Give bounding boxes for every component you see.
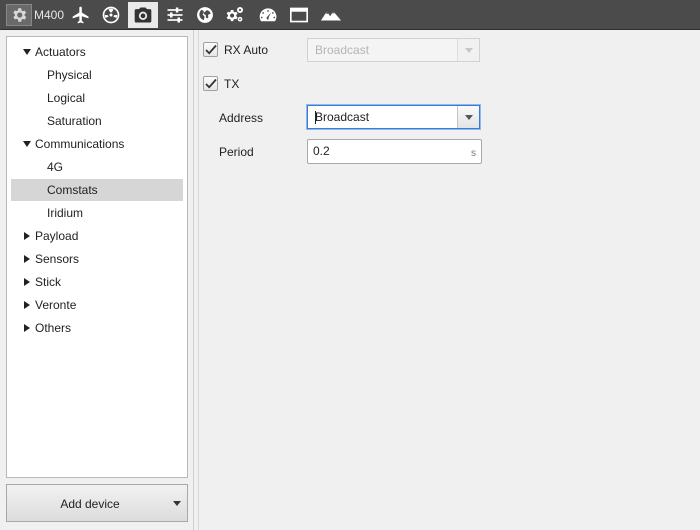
tree-item-label: Actuators <box>35 45 86 59</box>
tree-item-label: Physical <box>47 68 92 82</box>
airplane-icon[interactable] <box>66 2 96 28</box>
tree-item-label: 4G <box>47 160 64 174</box>
chevron-down-icon[interactable] <box>457 106 479 128</box>
tree-item-sensors[interactable]: Sensors <box>11 248 183 270</box>
add-device-button[interactable]: Add device <box>6 484 188 522</box>
collapsed-arrow-icon[interactable] <box>22 271 32 293</box>
tree-item-stick[interactable]: Stick <box>11 271 183 293</box>
tree-item-label: Veronte <box>35 298 77 312</box>
navigation-tree-panel: Actuators Physical Logical Saturation Co… <box>6 36 188 478</box>
top-toolbar: M400 <box>0 0 700 30</box>
tree-item-communications[interactable]: Communications <box>11 133 183 155</box>
tree-item-label: Sensors <box>35 252 80 266</box>
rx-auto-select[interactable]: Broadcast <box>307 38 480 62</box>
tx-label: TX <box>224 77 240 91</box>
collapsed-arrow-icon[interactable] <box>22 225 32 247</box>
tree-item-label: Payload <box>35 229 79 243</box>
checkmark-icon <box>204 44 217 55</box>
camera-icon[interactable] <box>128 2 158 28</box>
period-unit: s <box>471 148 476 159</box>
address-select[interactable]: Broadcast <box>307 105 480 129</box>
dropdown-arrow-icon[interactable] <box>173 501 181 506</box>
tree-item-iridium[interactable]: Iridium <box>11 202 183 224</box>
tree-item-4g[interactable]: 4G <box>11 156 183 178</box>
gauge-icon[interactable] <box>253 2 283 28</box>
period-input[interactable]: 0.2 s <box>307 139 482 164</box>
device-gear-icon[interactable] <box>6 4 32 26</box>
rx-auto-label: RX Auto <box>224 43 269 57</box>
tree-item-label: Stick <box>35 275 62 289</box>
window-icon[interactable] <box>284 2 314 28</box>
period-value: 0.2 <box>313 144 330 158</box>
address-label: Address <box>219 111 264 125</box>
collapsed-arrow-icon[interactable] <box>22 294 32 316</box>
tree-item-label: Communications <box>35 137 125 151</box>
tree-item-label: Logical <box>47 91 86 105</box>
period-label: Period <box>219 145 254 159</box>
tree-item-payload[interactable]: Payload <box>11 225 183 247</box>
tree-item-label: Saturation <box>47 114 102 128</box>
radiation-icon[interactable] <box>96 2 126 28</box>
tree-item-label: Comstats <box>47 183 98 197</box>
tree-item-others[interactable]: Others <box>11 317 183 339</box>
tree-item-logical[interactable]: Logical <box>11 87 183 109</box>
checkmark-icon <box>204 78 217 89</box>
tree-item-saturation[interactable]: Saturation <box>11 110 183 132</box>
tree-item-comstats[interactable]: Comstats <box>11 179 183 201</box>
tree-item-actuators[interactable]: Actuators <box>11 41 183 63</box>
tree-item-veronte[interactable]: Veronte <box>11 294 183 316</box>
add-device-label: Add device <box>60 497 120 511</box>
sliders-icon[interactable] <box>160 2 190 28</box>
device-label: M400 <box>34 8 65 22</box>
globe-icon[interactable] <box>190 2 220 28</box>
chevron-down-icon[interactable] <box>457 39 479 61</box>
tree-item-physical[interactable]: Physical <box>11 64 183 86</box>
rx-auto-select-value: Broadcast <box>315 43 370 57</box>
expanded-arrow-icon[interactable] <box>22 41 32 63</box>
collapsed-arrow-icon[interactable] <box>22 248 32 270</box>
expanded-arrow-icon[interactable] <box>22 133 32 155</box>
mountains-icon[interactable] <box>316 2 346 28</box>
address-select-value: Broadcast <box>315 110 370 124</box>
tree-item-label: Iridium <box>47 206 84 220</box>
tx-checkbox[interactable] <box>203 76 218 91</box>
gears-icon[interactable] <box>220 2 250 28</box>
rx-auto-checkbox[interactable] <box>203 42 218 57</box>
panel-divider[interactable] <box>193 30 194 530</box>
collapsed-arrow-icon[interactable] <box>22 317 32 339</box>
tree-item-label: Others <box>35 321 72 335</box>
